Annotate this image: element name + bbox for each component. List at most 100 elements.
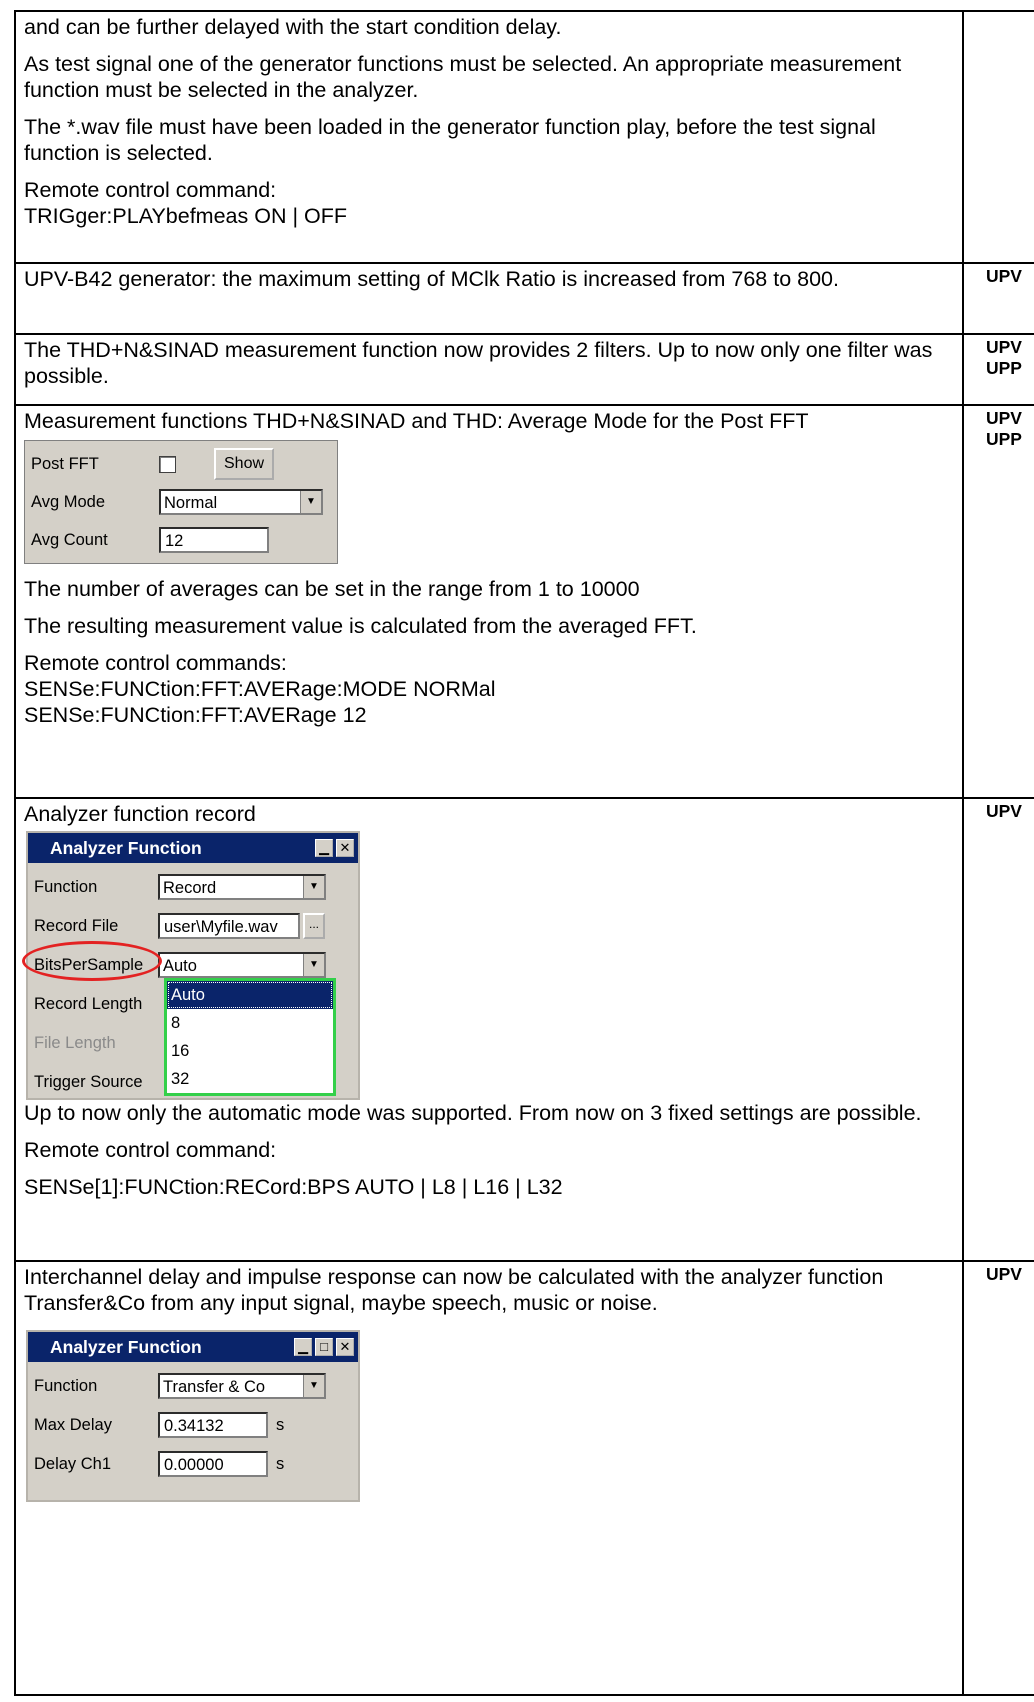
remote-command: SENSe[1]:FUNCtion:RECord:BPS AUTO | L8 |… [24,1175,563,1199]
post-fft-settings-panel: Post FFT Show Avg Mode Normal ▼ Avg Coun… [24,440,338,564]
close-icon[interactable]: ✕ [336,839,354,857]
dropdown-option[interactable]: Auto [167,981,333,1009]
table-row: Measurement functions THD+N&SINAD and TH… [14,404,1034,799]
avg-mode-select[interactable]: Normal ▼ [159,489,323,515]
delay-ch1-row: Delay Ch1 0.00000 s [34,1444,352,1483]
delay-ch1-label: Delay Ch1 [34,1454,112,1473]
product-tag: UPV [986,266,1022,286]
function-label: Function [34,877,98,896]
remote-label: Remote control commands: [24,651,287,675]
product-tag-cell: UPV UPP [962,404,1034,799]
paragraph: Up to now only the automatic mode was su… [24,1101,922,1125]
function-select[interactable]: Record ▼ [158,873,326,900]
function-row: Function Transfer & Co ▼ [34,1366,352,1405]
table-row: Interchannel delay and impulse response … [14,1260,1034,1696]
paragraph: Analyzer function record [24,802,256,826]
description-cell: UPV-B42 generator: the maximum setting o… [14,262,964,335]
dropdown-option[interactable]: 8 [167,1009,333,1037]
dropdown-option[interactable]: 16 [167,1037,333,1065]
function-value: Transfer & Co [163,1377,266,1396]
bits-per-sample-value: Auto [163,956,197,975]
record-file-input[interactable]: user\Myfile.wav [158,912,300,939]
table-row: UPV-B42 generator: the maximum setting o… [14,262,1034,335]
post-fft-row: Post FFT Show [31,445,331,483]
function-label: Function [34,1376,98,1395]
release-notes-page: and can be further delayed with the star… [14,10,1034,1702]
bits-per-sample-dropdown-list[interactable]: Auto 8 16 32 [164,978,336,1096]
avg-count-label: Avg Count [31,531,108,549]
avg-mode-label: Avg Mode [31,493,105,511]
window-title: Analyzer Function [50,1337,202,1357]
window-titlebar: Analyzer Function ▁ ✕ [28,833,358,863]
remote-command: SENSe:FUNCtion:FFT:AVERage:MODE NORMal [24,677,496,701]
paragraph: The resulting measurement value is calcu… [24,614,697,638]
avg-mode-row: Avg Mode Normal ▼ [31,483,331,521]
product-tag: UPV [986,1264,1022,1284]
table-row: The THD+N&SINAD measurement function now… [14,333,1034,406]
function-select[interactable]: Transfer & Co ▼ [158,1372,326,1399]
chevron-down-icon[interactable]: ▼ [303,1374,324,1397]
table-row: and can be further delayed with the star… [14,10,1034,264]
description-cell: Analyzer function record Analyzer Functi… [14,797,964,1262]
function-row: Function Record ▼ [34,867,352,906]
max-delay-input[interactable]: 0.34132 [158,1411,268,1438]
paragraph: The THD+N&SINAD measurement function now… [24,338,933,388]
product-tag-cell: UPV [962,1260,1034,1696]
max-delay-label: Max Delay [34,1415,112,1434]
delay-ch1-input[interactable]: 0.00000 [158,1450,268,1477]
remote-label: Remote control command: [24,1138,277,1162]
minimize-icon[interactable]: ▁ [294,1338,312,1356]
window-title: Analyzer Function [50,838,202,858]
analyzer-function-record-window: Analyzer Function ▁ ✕ Function Record ▼ … [22,831,360,1100]
maximize-icon[interactable]: □ [315,1338,333,1356]
paragraph: The number of averages can be set in the… [24,577,640,601]
max-delay-unit: s [276,1415,285,1434]
browse-button[interactable]: ... [303,912,325,939]
description-cell: Measurement functions THD+N&SINAD and TH… [14,404,964,799]
avg-count-row: Avg Count 12 [31,521,331,559]
paragraph: As test signal one of the generator func… [24,52,902,102]
product-tag: UPV [986,337,1022,357]
product-tag-cell: UPV UPP [962,333,1034,406]
delay-ch1-unit: s [276,1454,285,1473]
post-fft-label: Post FFT [31,455,99,473]
product-tag: UPP [986,358,1022,378]
close-icon[interactable]: ✕ [336,1338,354,1356]
function-value: Record [163,878,217,897]
record-length-label: Record Length [34,994,143,1013]
chevron-down-icon[interactable]: ▼ [303,953,324,976]
description-cell: and can be further delayed with the star… [14,10,964,264]
description-cell: The THD+N&SINAD measurement function now… [14,333,964,406]
paragraph: and can be further delayed with the star… [24,15,562,39]
product-tag-cell [962,10,1034,264]
release-notes-table: and can be further delayed with the star… [14,10,1034,1696]
window-titlebar: Analyzer Function ▁ □ ✕ [28,1332,358,1362]
paragraph: Measurement functions THD+N&SINAD and TH… [24,409,809,433]
avg-mode-value: Normal [164,494,218,512]
chevron-down-icon[interactable]: ▼ [303,875,324,898]
record-file-row: Record File user\Myfile.wav ... [34,906,352,945]
paragraph: The *.wav file must have been loaded in … [24,115,876,165]
description-cell: Interchannel delay and impulse response … [14,1260,964,1696]
table-row: Analyzer function record Analyzer Functi… [14,797,1034,1262]
avg-count-input[interactable]: 12 [159,527,269,553]
bits-per-sample-select[interactable]: Auto ▼ [158,951,326,978]
product-tag-cell: UPV [962,262,1034,335]
paragraph: Interchannel delay and impulse response … [24,1265,884,1315]
analyzer-function-transfer-window: Analyzer Function ▁ □ ✕ Function Transfe… [26,1330,360,1502]
minimize-icon[interactable]: ▁ [315,839,333,857]
show-button[interactable]: Show [214,448,275,480]
max-delay-row: Max Delay 0.34132 s [34,1405,352,1444]
window-body: Function Transfer & Co ▼ Max Delay 0.341… [28,1362,358,1483]
paragraph: UPV-B42 generator: the maximum setting o… [24,267,839,291]
product-tag-cell: UPV [962,797,1034,1262]
trigger-source-label: Trigger Source [34,1072,143,1091]
product-tag: UPP [986,429,1022,449]
highlight-ellipse [22,941,162,981]
product-tag: UPV [986,408,1022,428]
post-fft-checkbox[interactable] [159,455,176,473]
file-length-label: File Length [34,1033,116,1052]
remote-command: TRIGger:PLAYbefmeas ON | OFF [24,204,347,228]
chevron-down-icon[interactable]: ▼ [300,491,321,513]
dropdown-option[interactable]: 32 [167,1065,333,1093]
